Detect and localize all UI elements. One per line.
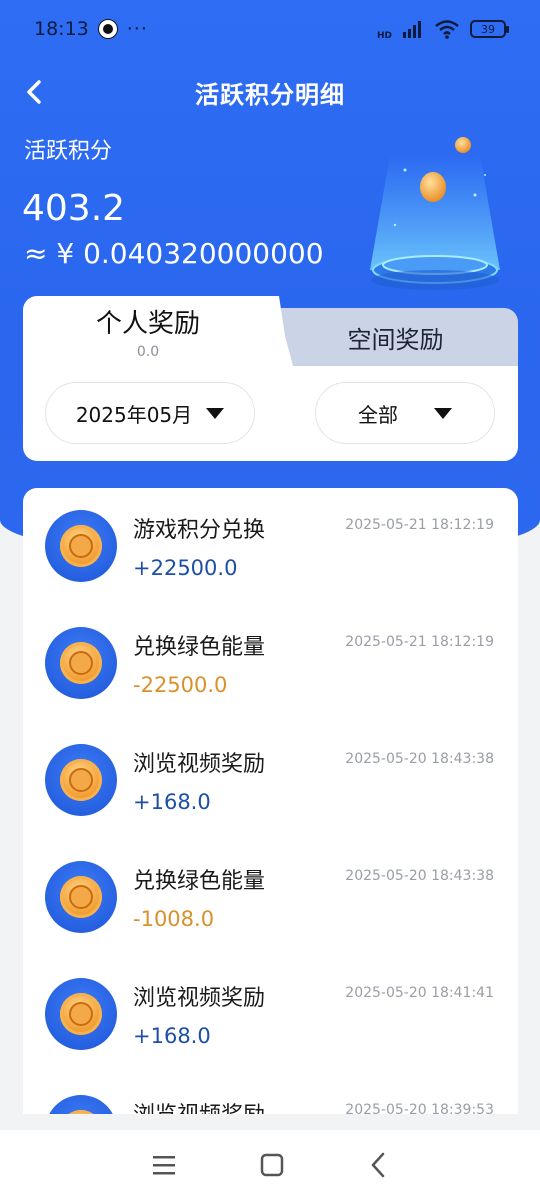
tab-space-reward-label: 空间奖励 [347,325,444,354]
records-list: 游戏积分兑换 2025-05-21 18:12:19 +22500.0 兑换绿色… [23,488,518,1114]
record-time: 2025-05-21 18:12:19 [345,634,494,650]
record-amount: +22500.0 [133,556,238,580]
signal-icon [403,21,421,38]
caret-down-icon [434,407,452,419]
chevron-left-icon [27,80,41,104]
record-amount: -1008.0 [133,907,215,931]
coin-icon [45,627,117,699]
filter-card: 空间奖励 个人奖励 0.0 2025年05月 全部 [23,296,518,461]
battery-icon: 39 [470,20,509,38]
record-title: 兑换绿色能量 [133,869,266,894]
tab-space-reward[interactable]: 空间奖励 [273,308,518,366]
record-time: 2025-05-21 18:12:19 [345,517,494,533]
tab-personal-reward[interactable]: 个人奖励 0.0 [23,296,273,366]
network-type-label: HD [376,31,392,41]
caret-down-icon [206,407,225,419]
points-value: 403.2 [22,188,126,229]
more-notifications-icon: ··· [126,18,148,40]
battery-level: 39 [481,22,495,36]
record-amount: +168.0 [133,1024,211,1048]
record-time: 2025-05-20 18:43:38 [345,868,494,884]
list-item[interactable]: 兑换绿色能量 2025-05-21 18:12:19 -22500.0 [23,605,518,722]
type-dropdown[interactable]: 全部 [315,382,495,444]
menu-icon[interactable] [152,1154,176,1176]
list-item[interactable]: 浏览视频奖励 2025-05-20 18:41:41 +168.0 [23,956,518,1073]
recording-icon [98,20,117,38]
coin-podium-illustration [370,137,500,290]
record-title: 浏览视频奖励 [133,752,266,777]
coin-icon [45,978,117,1050]
coin-icon [45,861,117,933]
record-time: 2025-05-20 18:43:38 [345,751,494,767]
month-dropdown[interactable]: 2025年05月 [45,382,255,444]
record-title: 游戏积分兑换 [133,518,266,543]
page-title: 活跃积分明细 [195,80,345,109]
back-button[interactable] [14,72,54,112]
record-title: 兑换绿色能量 [133,635,266,660]
record-amount: +168.0 [133,790,211,814]
list-item[interactable]: 浏览视频奖励 2025-05-20 18:39:53 [23,1073,518,1114]
type-dropdown-value: 全部 [358,402,398,427]
home-icon[interactable] [260,1153,284,1177]
status-bar: 18:13 ··· HD 39 [0,0,540,58]
list-item[interactable]: 游戏积分兑换 2025-05-21 18:12:19 +22500.0 [23,488,518,605]
coin-icon [45,510,117,582]
points-label: 活跃积分 [24,139,113,164]
tab-personal-reward-label: 个人奖励 [95,308,200,339]
list-item[interactable]: 浏览视频奖励 2025-05-20 18:43:38 +168.0 [23,722,518,839]
status-time: 18:13 [34,18,89,40]
tab-personal-reward-value: 0.0 [136,343,160,360]
wifi-icon [435,20,459,39]
coin-icon [45,1095,117,1114]
record-title: 浏览视频奖励 [133,986,266,1011]
month-dropdown-value: 2025年05月 [75,402,193,427]
list-item[interactable]: 兑换绿色能量 2025-05-20 18:43:38 -1008.0 [23,839,518,956]
coin-icon [45,744,117,816]
nav-bar: 活跃积分明细 [0,62,540,122]
points-money-value: ≈ ¥ 0.040320000000 [24,237,324,270]
record-amount: -22500.0 [133,673,228,697]
record-title: 浏览视频奖励 [133,1097,265,1114]
record-time: 2025-05-20 18:39:53 [345,1102,494,1114]
system-nav-bar [0,1130,540,1200]
record-time: 2025-05-20 18:41:41 [345,985,494,1001]
back-nav-icon[interactable] [368,1152,388,1178]
